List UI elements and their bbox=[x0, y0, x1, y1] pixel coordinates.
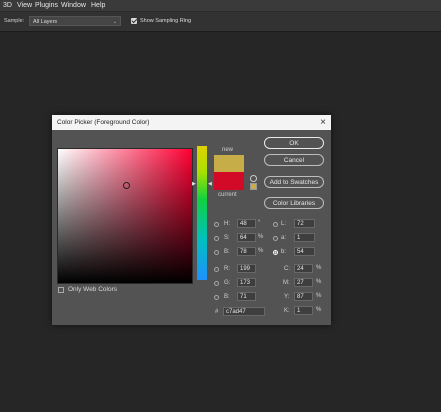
options-bar: Sample: All Layers ⌄ Show Sampling Ring bbox=[0, 11, 441, 32]
lab-b-field[interactable]: 54 bbox=[294, 247, 315, 256]
only-web-colors-label: Only Web Colors bbox=[68, 286, 118, 293]
b-label: B: bbox=[224, 249, 230, 255]
k-field[interactable]: 1 bbox=[294, 306, 313, 315]
s-radio[interactable] bbox=[214, 236, 219, 241]
l-radio[interactable] bbox=[273, 222, 278, 227]
s-field[interactable]: 64 bbox=[237, 233, 256, 242]
color-field-cursor[interactable] bbox=[123, 182, 130, 189]
menu-view[interactable]: View bbox=[17, 0, 32, 11]
close-icon[interactable]: × bbox=[320, 115, 326, 130]
current-color-swatch[interactable] bbox=[214, 172, 244, 190]
sample-select[interactable]: All Layers ⌄ bbox=[29, 16, 121, 26]
r-radio[interactable] bbox=[214, 267, 219, 272]
menu-plugins[interactable]: Plugins bbox=[35, 0, 58, 11]
y-field[interactable]: 87 bbox=[294, 292, 313, 301]
web-safe-swatch-icon[interactable] bbox=[250, 183, 257, 190]
s-unit: % bbox=[258, 234, 264, 240]
show-ring-label: Show Sampling Ring bbox=[140, 18, 192, 24]
chevron-down-icon: ⌄ bbox=[112, 19, 117, 25]
menu-window[interactable]: Window bbox=[61, 0, 86, 11]
new-label: new bbox=[222, 147, 234, 153]
h-field[interactable]: 48 bbox=[237, 219, 256, 228]
current-label: current bbox=[218, 192, 237, 198]
color-libraries-button[interactable]: Color Libraries bbox=[264, 197, 324, 209]
c-field[interactable]: 24 bbox=[294, 264, 313, 273]
r-label: R: bbox=[224, 266, 230, 272]
hue-slider[interactable] bbox=[197, 146, 207, 280]
b-field[interactable]: 78 bbox=[237, 247, 256, 256]
hex-label: # bbox=[215, 309, 219, 315]
y-unit: % bbox=[316, 293, 322, 299]
out-of-gamut-warning-icon[interactable] bbox=[250, 175, 257, 182]
lab-b-label: b: bbox=[281, 249, 287, 255]
m-field[interactable]: 27 bbox=[294, 278, 313, 287]
ok-button[interactable]: OK bbox=[264, 137, 324, 149]
l-field[interactable]: 72 bbox=[294, 219, 315, 228]
s-label: S: bbox=[224, 235, 230, 241]
m-unit: % bbox=[316, 279, 322, 285]
g-radio[interactable] bbox=[214, 281, 219, 286]
rgb-b-radio[interactable] bbox=[214, 295, 219, 300]
rgb-b-label: B: bbox=[224, 294, 230, 300]
rgb-b-field[interactable]: 71 bbox=[237, 292, 256, 301]
h-unit: ° bbox=[258, 220, 261, 226]
hue-slider-right-arrow-icon[interactable]: ◀ bbox=[208, 181, 212, 187]
show-ring-checkbox[interactable] bbox=[131, 18, 137, 24]
g-field[interactable]: 173 bbox=[237, 278, 256, 287]
menu-help[interactable]: Help bbox=[91, 0, 105, 11]
a-label: a: bbox=[281, 235, 287, 241]
b-radio[interactable] bbox=[214, 250, 219, 255]
g-label: G: bbox=[224, 280, 231, 286]
cancel-button[interactable]: Cancel bbox=[264, 154, 324, 166]
hex-field[interactable]: c7ad47 bbox=[223, 307, 265, 316]
l-label: L: bbox=[281, 221, 287, 227]
new-color-swatch bbox=[214, 155, 244, 172]
a-radio[interactable] bbox=[273, 236, 278, 241]
b-unit: % bbox=[258, 248, 264, 254]
menu-3d[interactable]: 3D bbox=[3, 0, 12, 11]
k-unit: % bbox=[316, 307, 322, 313]
h-radio[interactable] bbox=[214, 222, 219, 227]
a-field[interactable]: 1 bbox=[294, 233, 315, 242]
k-label: K: bbox=[284, 308, 290, 314]
dialog-titlebar: Color Picker (Foreground Color) × bbox=[52, 115, 331, 130]
color-field[interactable] bbox=[57, 148, 193, 284]
h-label: H: bbox=[224, 221, 230, 227]
only-web-colors-checkbox[interactable] bbox=[58, 287, 64, 293]
add-to-swatches-button[interactable]: Add to Swatches bbox=[264, 176, 324, 188]
m-label: M: bbox=[283, 280, 290, 286]
menu-bar: 3D View Plugins Window Help bbox=[0, 0, 441, 11]
y-label: Y: bbox=[284, 294, 290, 300]
dialog-title: Color Picker (Foreground Color) bbox=[57, 119, 150, 126]
sample-value: All Layers bbox=[33, 19, 58, 25]
c-unit: % bbox=[316, 265, 322, 271]
lab-b-radio[interactable] bbox=[273, 250, 278, 255]
sample-label: Sample: bbox=[4, 18, 25, 24]
c-label: C: bbox=[284, 266, 290, 272]
hue-slider-left-arrow-icon[interactable]: ▶ bbox=[192, 181, 196, 187]
r-field[interactable]: 199 bbox=[237, 264, 256, 273]
